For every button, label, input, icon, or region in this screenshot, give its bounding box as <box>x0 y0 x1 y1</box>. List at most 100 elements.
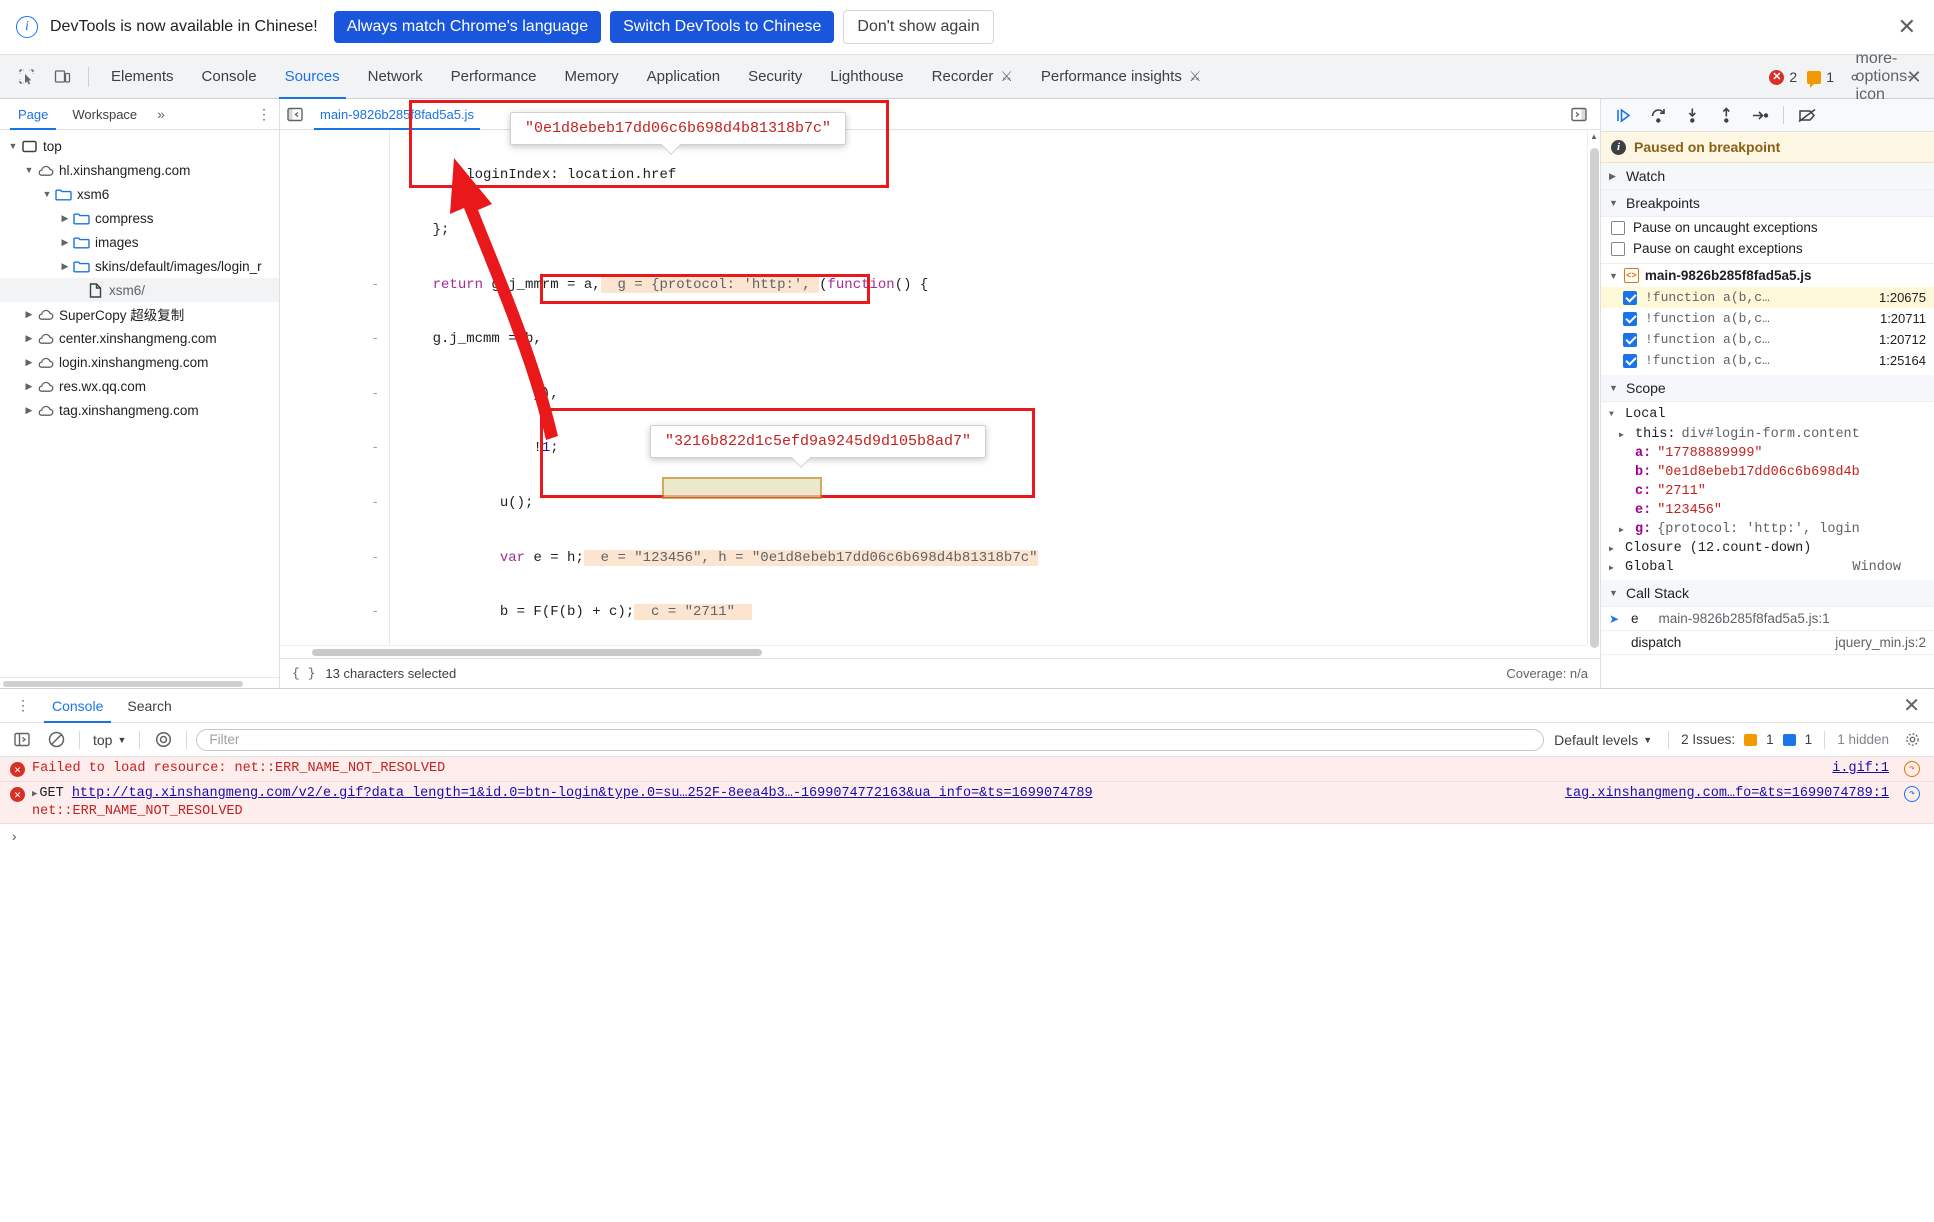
code-line[interactable]: return g.j_mmrm = a, g = {protocol: 'htt… <box>391 276 1587 294</box>
code-text-area[interactable]: - - - - - - - - - - - - - - - <box>280 130 1587 645</box>
expand-triangle-icon[interactable]: ▶ <box>32 789 37 799</box>
console-prompt[interactable]: › <box>0 824 1934 852</box>
chevron-down-icon[interactable]: ▼ <box>1609 410 1619 419</box>
tab-security[interactable]: Security <box>734 55 816 99</box>
console-message-row[interactable]: ✕ ▶GET http://tag.xinshangmeng.com/v2/e.… <box>0 782 1934 824</box>
scope-section-header[interactable]: ▼ Scope <box>1601 375 1934 402</box>
breakpoint-row[interactable]: !function a(b,c… 1:20712 <box>1601 329 1934 350</box>
step-into-icon[interactable] <box>1677 101 1707 129</box>
gutter-row[interactable] <box>280 221 389 239</box>
scope-closure[interactable]: ▶ Closure (12.count-down) <box>1601 539 1934 558</box>
navigator-horizontal-scrollbar[interactable] <box>0 677 279 688</box>
gutter-row[interactable]: - <box>280 385 389 403</box>
gutter-row[interactable]: - <box>280 330 389 348</box>
tab-performance-insights[interactable]: Performance insights ⚔ <box>1027 55 1215 99</box>
tree-item-center-xinshangmeng[interactable]: ▶ center.xinshangmeng.com <box>0 326 279 350</box>
tree-item-compress[interactable]: ▶ compress <box>0 206 279 230</box>
chevron-right-icon[interactable]: ▶ <box>1609 171 1619 182</box>
execution-context-selector[interactable]: top ▼ <box>89 732 130 748</box>
scrollbar-thumb[interactable] <box>312 649 762 656</box>
chevron-right-icon[interactable]: ▶ <box>22 333 36 344</box>
device-toolbar-icon[interactable] <box>47 63 77 91</box>
chevron-right-icon[interactable]: ▶ <box>1609 563 1619 573</box>
callstack-row-active[interactable]: ➤ e main-9826b285f8fad5a5.js:1 <box>1601 607 1934 631</box>
deactivate-breakpoints-icon[interactable] <box>1792 101 1822 129</box>
chevron-down-icon[interactable]: ▼ <box>6 141 20 151</box>
scroll-up-arrow-icon[interactable]: ▲ <box>1588 130 1600 143</box>
clear-console-icon[interactable] <box>42 727 70 753</box>
gutter-row[interactable]: - <box>280 603 389 621</box>
chevron-down-icon[interactable]: ▼ <box>1609 271 1618 281</box>
console-filter-input[interactable] <box>196 729 1544 751</box>
code-line[interactable]: b = F(F(b) + c); c = "2711" <box>391 603 1587 621</box>
editor-file-tab[interactable]: main-9826b285f8fad5a5.js <box>310 99 484 130</box>
checkbox[interactable] <box>1611 242 1625 256</box>
scrollbar-thumb[interactable] <box>3 681 243 687</box>
scope-item-this[interactable]: ▶ this: div#login-form.content <box>1601 425 1934 444</box>
log-levels-selector[interactable]: Default levels ▼ <box>1550 732 1656 748</box>
callstack-section-header[interactable]: ▼ Call Stack <box>1601 580 1934 607</box>
dont-show-again-button[interactable]: Don't show again <box>843 10 993 44</box>
nav-tab-workspace[interactable]: Workspace <box>60 99 149 130</box>
format-pretty-print-icon[interactable]: { } <box>292 666 315 681</box>
chevron-right-icon[interactable]: ▶ <box>22 381 36 392</box>
chevron-right-icon[interactable]: ▶ <box>1619 525 1629 535</box>
breakpoint-row[interactable]: !function a(b,c… 1:20675 <box>1601 287 1934 308</box>
breakpoint-row[interactable]: !function a(b,c… 1:25164 <box>1601 350 1934 371</box>
tab-lighthouse[interactable]: Lighthouse <box>816 55 917 99</box>
issues-label[interactable]: 2 Issues: <box>1681 732 1735 747</box>
drawer-tab-console[interactable]: Console <box>40 689 115 723</box>
scope-local-header[interactable]: ▼ Local <box>1601 402 1934 425</box>
gutter-row[interactable]: - <box>280 494 389 512</box>
checkbox[interactable] <box>1623 333 1637 347</box>
checkbox[interactable] <box>1611 221 1625 235</box>
step-over-icon[interactable] <box>1643 101 1673 129</box>
watch-section-header[interactable]: ▶ Watch <box>1601 163 1934 190</box>
breakpoints-section-header[interactable]: ▼ Breakpoints <box>1601 190 1934 217</box>
tree-item-tag-xinshangmeng[interactable]: ▶ tag.xinshangmeng.com <box>0 398 279 422</box>
pause-uncaught-row[interactable]: Pause on uncaught exceptions <box>1601 217 1934 238</box>
resume-script-icon[interactable] <box>1609 101 1639 129</box>
tree-item-supercopy[interactable]: ▶ SuperCopy 超级复制 <box>0 302 279 326</box>
editor-horizontal-scrollbar[interactable] <box>280 645 1587 658</box>
code-line[interactable]: u(); <box>391 494 1587 512</box>
checkbox[interactable] <box>1623 291 1637 305</box>
more-tabs-icon[interactable]: » <box>149 106 173 122</box>
console-message-source[interactable]: tag.xinshangmeng.com…fo=&ts=1699074789:1 <box>1565 786 1889 801</box>
chevron-right-icon[interactable]: ▶ <box>1609 544 1619 554</box>
drawer-options-icon[interactable]: ⋮ <box>6 697 40 714</box>
tab-console[interactable]: Console <box>188 55 271 99</box>
code-line[interactable]: }), <box>391 385 1587 403</box>
hidden-messages-count[interactable]: 1 hidden <box>1837 732 1889 747</box>
console-sidebar-icon[interactable] <box>8 727 36 753</box>
scope-item-g[interactable]: ▶ g: {protocol: 'http:', login <box>1601 520 1934 539</box>
chevron-right-icon[interactable]: ▶ <box>58 237 72 248</box>
drawer-tab-search[interactable]: Search <box>115 689 183 723</box>
tab-performance[interactable]: Performance <box>437 55 551 99</box>
gutter-row[interactable] <box>280 166 389 184</box>
gutter-row[interactable]: - <box>280 439 389 457</box>
editor-vertical-scrollbar[interactable]: ▲ <box>1587 130 1600 645</box>
live-expression-icon[interactable] <box>149 727 177 753</box>
code-line[interactable]: }; <box>391 221 1587 239</box>
jump-to-source-icon[interactable]: ↷ <box>1904 761 1920 777</box>
step-out-icon[interactable] <box>1711 101 1741 129</box>
code-line[interactable]: loginIndex: location.href <box>391 166 1587 184</box>
scope-global[interactable]: ▶ Global Window <box>1601 558 1934 580</box>
tab-elements[interactable]: Elements <box>97 55 188 99</box>
chevron-down-icon[interactable]: ▼ <box>1609 383 1619 393</box>
show-navigator-icon[interactable] <box>280 99 310 129</box>
scope-item-a[interactable]: ▶ a: "17788889999" <box>1601 444 1934 463</box>
tree-item-res-wx-qq[interactable]: ▶ res.wx.qq.com <box>0 374 279 398</box>
pause-caught-row[interactable]: Pause on caught exceptions <box>1601 238 1934 259</box>
tree-item-images[interactable]: ▶ images <box>0 230 279 254</box>
breakpoint-row[interactable]: !function a(b,c… 1:20711 <box>1601 308 1934 329</box>
console-message-row[interactable]: ✕ Failed to load resource: net::ERR_NAME… <box>0 757 1934 782</box>
switch-to-chinese-button[interactable]: Switch DevTools to Chinese <box>610 11 834 43</box>
tree-item-skins-default-images-login[interactable]: ▶ skins/default/images/login_r <box>0 254 279 278</box>
close-devtools-icon[interactable]: ✕ <box>1900 63 1928 91</box>
code-editor[interactable]: - - - - - - - - - - - - - - - <box>280 130 1600 658</box>
gutter-row[interactable]: - <box>280 276 389 294</box>
callstack-row[interactable]: ➤ dispatch jquery_min.js:2 <box>1601 631 1934 655</box>
tree-item-xsm6-file[interactable]: ▶ xsm6/ <box>0 278 279 302</box>
